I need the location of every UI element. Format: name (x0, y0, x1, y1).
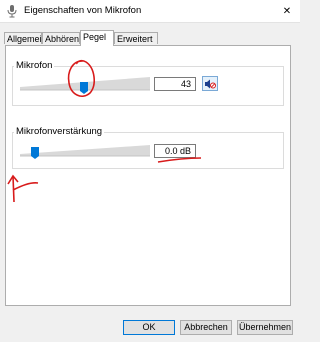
tab-erweitert[interactable]: Erweitert (114, 32, 158, 44)
mikrofon-value: 43 (180, 79, 191, 89)
ok-button[interactable]: OK (123, 320, 175, 335)
mute-button[interactable] (202, 76, 218, 91)
tab-allgemein[interactable]: Allgemein (4, 32, 47, 44)
verstaerkung-value: 0.0 dB (164, 146, 191, 156)
tab-pegel[interactable]: Pegel (80, 30, 114, 46)
cancel-button[interactable]: Abbrechen (180, 320, 232, 335)
verstaerkung-slider[interactable] (18, 141, 152, 161)
window-title: Eigenschaften von Mikrofon (24, 5, 142, 16)
annotation-arrow (7, 174, 39, 203)
tab-label: Abhören (45, 34, 80, 44)
mikrofon-label: Mikrofon (14, 60, 55, 71)
mikrofon-value-field[interactable]: 43 (154, 77, 196, 91)
close-button[interactable]: ✕ (278, 3, 296, 19)
tab-abhoeren[interactable]: Abhören (42, 32, 80, 44)
annotation-underline (157, 157, 202, 163)
apply-button[interactable]: Übernehmen (237, 320, 293, 335)
title-bar: Eigenschaften von Mikrofon ✕ (0, 0, 300, 23)
speaker-muted-icon (205, 79, 216, 88)
cancel-label: Abbrechen (184, 322, 228, 332)
tab-label: Pegel (83, 32, 107, 42)
verstaerkung-slider-thumb[interactable] (31, 147, 39, 159)
annotation-circle (67, 59, 95, 97)
verstaerkung-label: Mikrofonverstärkung (14, 126, 105, 137)
tab-label: Allgemein (7, 34, 47, 44)
tab-panel-pegel: Mikrofon 43 Mikrofonverstärkung 0.0 dB (5, 45, 291, 306)
ok-label: OK (142, 322, 156, 332)
microphone-icon (7, 5, 17, 18)
apply-label: Übernehmen (238, 322, 292, 332)
tab-label: Erweitert (117, 34, 153, 44)
close-icon: ✕ (282, 5, 292, 17)
